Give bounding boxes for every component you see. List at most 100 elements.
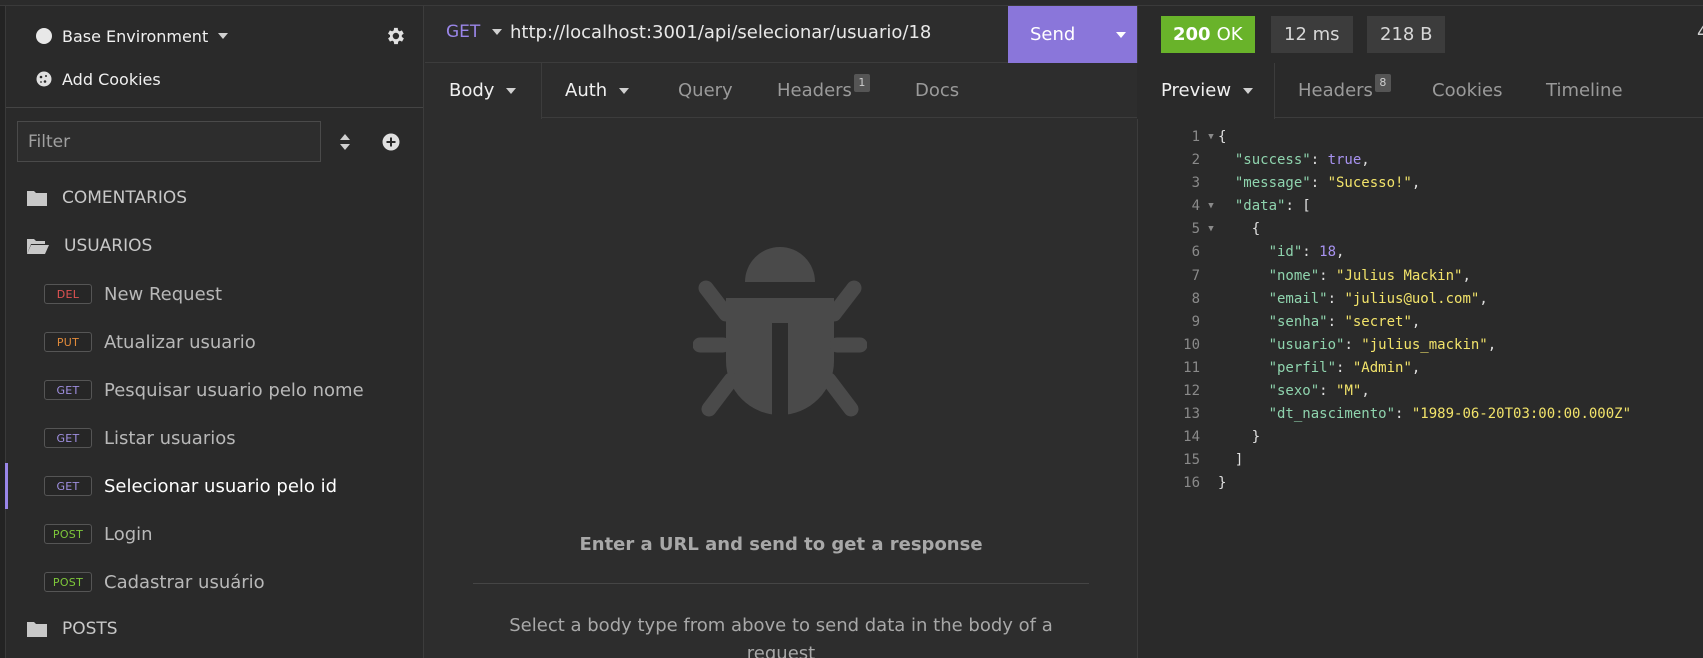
line-number: 2 [1191,152,1200,169]
sidebar-divider [6,107,423,108]
folder-comentarios[interactable]: COMENTARIOS [26,184,187,212]
code-line: 10 "usuario": "julius_mackin", [1160,334,1631,357]
tab-label: Query [678,80,733,101]
send-label: Send [1030,24,1076,45]
url-input[interactable]: http://localhost:3001/api/selecionar/usu… [510,22,931,43]
json-key: "data" [1234,198,1286,215]
json-key: "perfil" [1268,359,1337,376]
tab-body[interactable]: Body [449,63,517,118]
tab-label: Docs [915,80,960,101]
line-number: 16 [1183,475,1200,492]
fold-arrow-icon[interactable]: ▼ [1204,126,1218,149]
tab-cookies[interactable]: Cookies [1432,63,1502,118]
fold-arrow-icon[interactable]: ▼ [1204,218,1218,241]
json-value: "julius@uol.com" [1344,290,1480,307]
code-line: 15 ] [1160,449,1631,472]
tab-docs[interactable]: Docs [915,63,959,118]
tab-headers[interactable]: Headers 1 [777,63,870,118]
code-line: 9 "senha": "secret", [1160,311,1631,334]
chevron-down-icon [218,33,229,39]
line-number: 15 [1183,452,1200,469]
request-item-cadastrar-usuario[interactable]: POST Cadastrar usuário [44,567,414,597]
cookie-icon [36,71,52,87]
code-line: 6 "id": 18, [1160,241,1631,264]
response-json-viewer[interactable]: 1 ▼{ 2 "success": true, 3 "message": "Suc… [1160,126,1631,496]
request-item-new-request[interactable]: DEL New Request [44,279,414,309]
line-number: 11 [1183,359,1200,376]
json-value: "Julius Mackin" [1336,267,1463,284]
json-value: "secret" [1344,313,1412,330]
json-key: "usuario" [1268,336,1345,353]
folder-usuarios[interactable]: USUARIOS [26,232,152,260]
request-name: Login [104,523,153,545]
method-badge: GET [44,476,92,496]
json-key: "nome" [1268,267,1320,284]
chevron-down-icon [492,29,503,35]
tab-timeline[interactable]: Timeline [1546,63,1623,118]
folder-icon [27,622,47,637]
status-text: OK [1216,24,1243,45]
sort-icon[interactable] [338,132,352,152]
tab-label: Preview [1161,80,1232,101]
code-line: 8 "email": "julius@uol.com", [1160,288,1631,311]
line-number: 8 [1191,290,1200,307]
send-options-chevron-icon[interactable] [1116,32,1126,38]
request-item-selecionar-usuario[interactable]: GET Selecionar usuario pelo id [44,471,414,501]
json-value: "Sucesso!" [1327,175,1412,192]
json-key: "senha" [1268,313,1328,330]
code-line: 12 "sexo": "M", [1160,380,1631,403]
line-number: 1 [1191,129,1200,145]
filter-input[interactable]: Filter [17,121,321,162]
json-key: "sexo" [1268,383,1320,400]
empty-state-divider [473,583,1089,584]
method-badge: POST [44,572,92,592]
request-name: Atualizar usuario [104,331,256,353]
tab-auth[interactable]: Auth [565,63,630,118]
line-number: 9 [1191,313,1200,330]
line-number: 4 [1191,198,1200,215]
method-badge: PUT [44,332,92,352]
request-item-atualizar-usuario[interactable]: PUT Atualizar usuario [44,327,414,357]
gear-icon[interactable] [384,25,406,47]
send-button[interactable]: Send [1008,6,1137,63]
tab-label: Timeline [1546,80,1623,101]
empty-state-subtitle: Select a body type from above to send da… [509,615,1053,658]
chevron-down-icon [1243,87,1254,94]
environment-label: Base Environment [62,26,209,46]
folder-open-icon [27,239,49,254]
request-item-pesquisar-usuario[interactable]: GET Pesquisar usuario pelo nome [44,375,414,405]
json-value: "julius_mackin" [1361,336,1488,353]
method-selector[interactable]: GET [446,22,503,42]
json-value: 18 [1319,244,1337,261]
tab-response-headers[interactable]: Headers 8 [1298,63,1391,118]
environment-selector[interactable]: Base Environment [36,22,229,50]
tab-preview[interactable]: Preview [1161,63,1254,118]
code-line: 5 ▼ { [1160,218,1631,241]
request-name: Listar usuarios [104,427,236,449]
add-cookies-button[interactable]: Add Cookies [36,66,161,92]
line-number: 14 [1183,429,1200,446]
tab-label: Cookies [1432,80,1503,101]
line-number: 5 [1191,221,1200,238]
fold-arrow-icon[interactable]: ▼ [1204,195,1218,218]
method-badge: POST [44,524,92,544]
folder-label: POSTS [62,619,118,639]
request-item-listar-usuarios[interactable]: GET Listar usuarios [44,423,414,453]
environment-dot-icon [36,28,52,44]
code-line: 11 "perfil": "Admin", [1160,357,1631,380]
history-count[interactable]: 4 [1697,22,1703,43]
json-value: true [1327,152,1362,169]
headers-count-badge: 1 [853,73,870,92]
request-name: New Request [104,283,223,305]
tab-query[interactable]: Query [678,63,733,118]
bug-icon [693,247,867,424]
code-line: 2 "success": true, [1160,149,1631,172]
tab-label: Headers [1298,80,1373,101]
chevron-down-icon [506,87,517,94]
folder-posts[interactable]: POSTS [26,615,118,643]
request-item-login[interactable]: POST Login [44,519,414,549]
add-cookies-label: Add Cookies [62,69,161,89]
code-line: 7 "nome": "Julius Mackin", [1160,265,1631,288]
add-request-icon[interactable] [382,133,400,151]
line-number: 3 [1191,175,1200,192]
